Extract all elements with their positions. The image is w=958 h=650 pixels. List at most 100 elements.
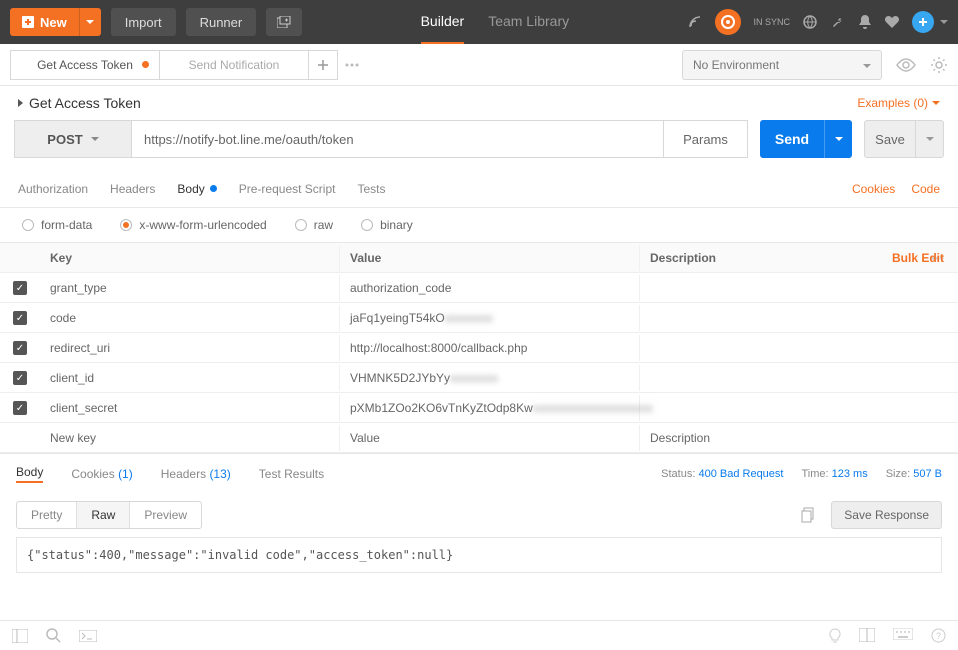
param-key-cell[interactable]: grant_type (40, 275, 340, 301)
help-tips-button[interactable] (829, 628, 841, 644)
param-value-cell[interactable]: pXMb1ZOo2KO6vTnKyZtOdp8Kwxxxxxxxxxxxxxxx… (340, 395, 640, 421)
response-tab-cookies[interactable]: Cookies (1) (71, 467, 132, 481)
subtab-tests[interactable]: Tests (357, 170, 385, 207)
subtab-prerequest[interactable]: Pre-request Script (239, 170, 336, 207)
tab-options-button[interactable] (337, 50, 367, 80)
cookies-link[interactable]: Cookies (852, 182, 895, 196)
bodytype-form-data[interactable]: form-data (22, 218, 92, 232)
url-input[interactable] (132, 120, 664, 158)
bodytype-label: binary (380, 218, 413, 232)
wrench-icon[interactable] (830, 14, 846, 30)
row-checkbox[interactable] (0, 394, 40, 422)
nav-team-library[interactable]: Team Library (488, 0, 569, 44)
save-button[interactable]: Save (864, 120, 916, 158)
method-select[interactable]: POST (14, 120, 132, 158)
subtab-headers[interactable]: Headers (110, 170, 155, 207)
heart-icon[interactable] (884, 15, 900, 29)
sidebar-toggle-button[interactable] (12, 629, 28, 643)
radio-icon (295, 219, 307, 231)
caret-right-icon (18, 99, 23, 107)
new-value-cell[interactable]: Value (340, 425, 640, 451)
console-button[interactable] (79, 630, 97, 642)
row-checkbox[interactable] (0, 364, 40, 392)
import-button[interactable]: Import (111, 8, 176, 36)
environment-settings-button[interactable] (930, 56, 948, 74)
row-checkbox[interactable] (0, 334, 40, 362)
radio-icon (22, 219, 34, 231)
param-value-cell[interactable]: http://localhost:8000/callback.php (340, 335, 640, 361)
satellite-icon[interactable] (687, 14, 703, 30)
subtab-authorization[interactable]: Authorization (18, 170, 88, 207)
nav-builder[interactable]: Builder (421, 0, 465, 44)
param-description-cell[interactable] (640, 282, 898, 294)
new-window-button[interactable] (266, 8, 302, 36)
check-icon (13, 311, 27, 325)
bodytype-raw[interactable]: raw (295, 218, 333, 232)
subtab-body[interactable]: Body (177, 170, 216, 207)
chevron-down-icon[interactable] (940, 20, 948, 25)
new-dropdown[interactable] (79, 8, 101, 36)
param-value-cell[interactable]: jaFq1yeingT54kOxxxxxxxx (340, 305, 640, 331)
param-value-cell[interactable]: authorization_code (340, 275, 640, 301)
save-dropdown[interactable] (916, 120, 944, 158)
response-tab-headers-count: (13) (209, 467, 230, 481)
save-response-button[interactable]: Save Response (831, 501, 942, 529)
response-body[interactable]: {"status":400,"message":"invalid code","… (16, 537, 942, 573)
table-row-new[interactable]: New key Value Description (0, 423, 958, 453)
chevron-down-icon (86, 20, 94, 25)
account-button[interactable] (912, 11, 934, 33)
param-description-cell[interactable] (640, 402, 898, 414)
params-button[interactable]: Params (664, 120, 748, 158)
param-description-cell[interactable] (640, 342, 898, 354)
bodytype-urlencoded[interactable]: x-www-form-urlencoded (120, 218, 266, 232)
request-title[interactable]: Get Access Token (18, 95, 141, 111)
param-key-cell[interactable]: redirect_uri (40, 335, 340, 361)
check-icon (13, 341, 27, 355)
param-key-cell[interactable]: client_id (40, 365, 340, 391)
param-key-cell[interactable]: client_secret (40, 395, 340, 421)
send-button[interactable]: Send (760, 120, 824, 158)
environment-preview-button[interactable] (896, 58, 916, 72)
globe-icon[interactable] (802, 14, 818, 30)
row-checkbox[interactable] (0, 304, 40, 332)
bottom-bar: ? (0, 620, 958, 650)
row-checkbox[interactable] (0, 274, 40, 302)
check-icon (13, 281, 27, 295)
view-preview[interactable]: Preview (130, 502, 201, 528)
new-button[interactable]: New (10, 8, 79, 36)
keyboard-button[interactable] (893, 628, 913, 644)
view-raw[interactable]: Raw (77, 502, 130, 528)
view-pretty[interactable]: Pretty (17, 502, 77, 528)
new-key-cell[interactable]: New key (40, 425, 340, 451)
param-key-cell[interactable]: code (40, 305, 340, 331)
code-link[interactable]: Code (911, 182, 940, 196)
bell-icon[interactable] (858, 14, 872, 30)
request-tab-label: Get Access Token (37, 58, 133, 72)
copy-response-button[interactable] (797, 503, 821, 527)
help-icon: ? (931, 628, 946, 643)
examples-dropdown[interactable]: Examples (0) (857, 96, 940, 110)
request-tab-1[interactable]: Send Notification (159, 50, 309, 80)
col-key: Key (40, 245, 340, 271)
send-dropdown[interactable] (824, 120, 852, 158)
bodytype-binary[interactable]: binary (361, 218, 413, 232)
add-tab-button[interactable] (308, 50, 338, 80)
param-value-cell[interactable]: VHMNK5D2JYbYyxxxxxxxx (340, 365, 640, 391)
new-description-cell[interactable]: Description (640, 425, 898, 451)
param-description-cell[interactable] (640, 372, 898, 384)
two-pane-button[interactable] (859, 628, 875, 644)
environment-select[interactable]: No Environment (682, 50, 882, 80)
help-button[interactable]: ? (931, 628, 946, 644)
response-tab-headers[interactable]: Headers (13) (161, 467, 231, 481)
response-tab-body[interactable]: Body (16, 465, 43, 483)
runner-button[interactable]: Runner (186, 8, 257, 36)
request-title-text: Get Access Token (29, 95, 141, 111)
bulk-edit-link[interactable]: Bulk Edit (858, 251, 958, 265)
radio-icon (120, 219, 132, 231)
response-tab-tests[interactable]: Test Results (259, 467, 324, 481)
col-value: Value (340, 245, 640, 271)
sync-indicator[interactable] (715, 9, 741, 35)
param-description-cell[interactable] (640, 312, 898, 324)
request-tab-0[interactable]: Get Access Token (10, 50, 160, 80)
find-button[interactable] (46, 628, 61, 643)
